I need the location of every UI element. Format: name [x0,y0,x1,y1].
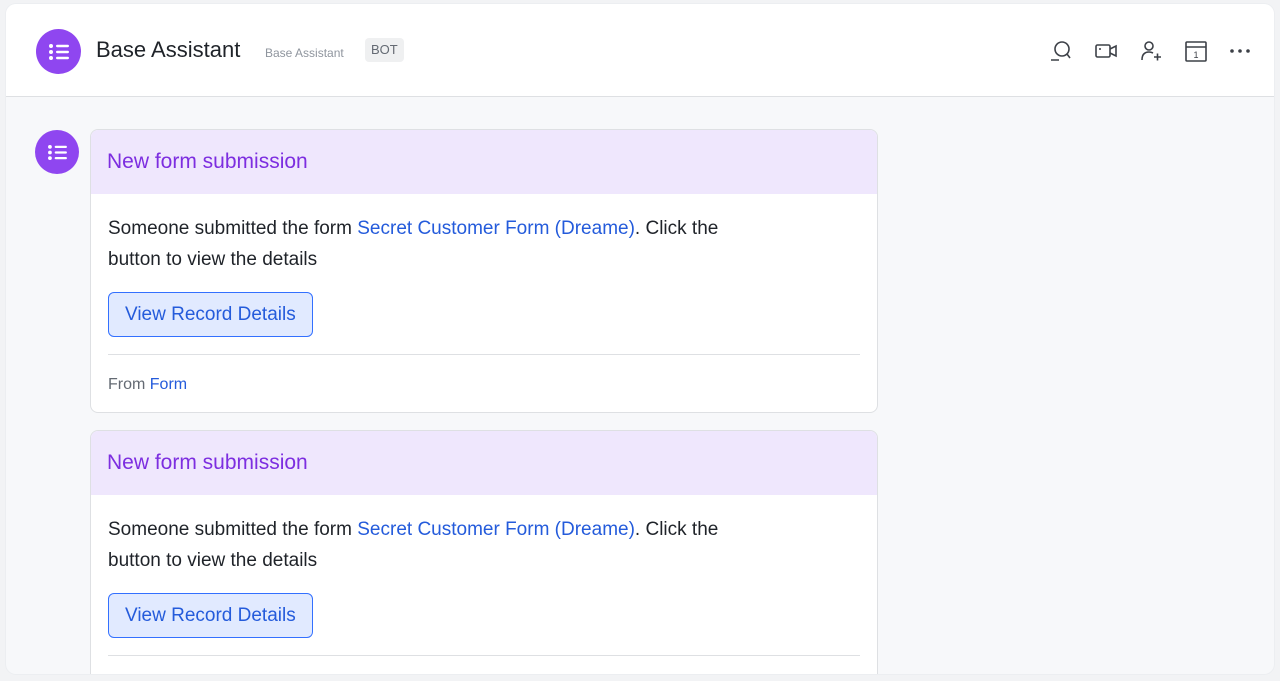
calendar-icon[interactable]: 1 [1183,38,1209,64]
form-link[interactable]: Secret Customer Form (Dreame) [357,218,635,239]
more-icon[interactable] [1227,38,1253,64]
video-call-icon[interactable] [1093,38,1119,64]
card-body: Someone submitted the form Secret Custom… [91,495,877,656]
bot-avatar[interactable] [36,29,81,74]
chat-subtitle: Base Assistant [265,46,344,60]
calendar-day: 1 [1193,50,1198,60]
bot-badge: BOT [365,38,404,62]
chat-title: Base Assistant [96,37,241,62]
card-text: Someone submitted the form Secret Custom… [108,514,758,576]
footer-prefix: From [108,376,150,393]
view-record-details-button[interactable]: View Record Details [108,292,313,337]
footer-form-link[interactable]: Form [150,376,187,393]
message-avatar[interactable] [35,130,79,174]
card-title: New form submission [107,451,308,474]
card-header: New form submission [91,431,877,495]
list-icon [48,43,69,60]
card-footer: From Form [108,355,860,411]
card-header: New form submission [91,130,877,194]
chat-header: Base Assistant Base Assistant BOT 1 [6,4,1274,97]
search-icon[interactable] [1048,38,1074,64]
card-divider [108,655,860,656]
card-title: New form submission [107,150,308,173]
chat-window: Base Assistant Base Assistant BOT 1 New … [6,4,1274,674]
add-member-icon[interactable] [1138,38,1164,64]
form-link[interactable]: Secret Customer Form (Dreame) [357,519,635,540]
list-icon [47,144,67,160]
card-text-before: Someone submitted the form [108,519,358,540]
message-card: New form submission Someone submitted th… [90,129,878,413]
view-record-details-button[interactable]: View Record Details [108,593,313,638]
card-body: Someone submitted the form Secret Custom… [91,194,877,411]
message-card: New form submission Someone submitted th… [90,430,878,674]
card-text: Someone submitted the form Secret Custom… [108,213,758,275]
card-text-before: Someone submitted the form [108,218,358,239]
